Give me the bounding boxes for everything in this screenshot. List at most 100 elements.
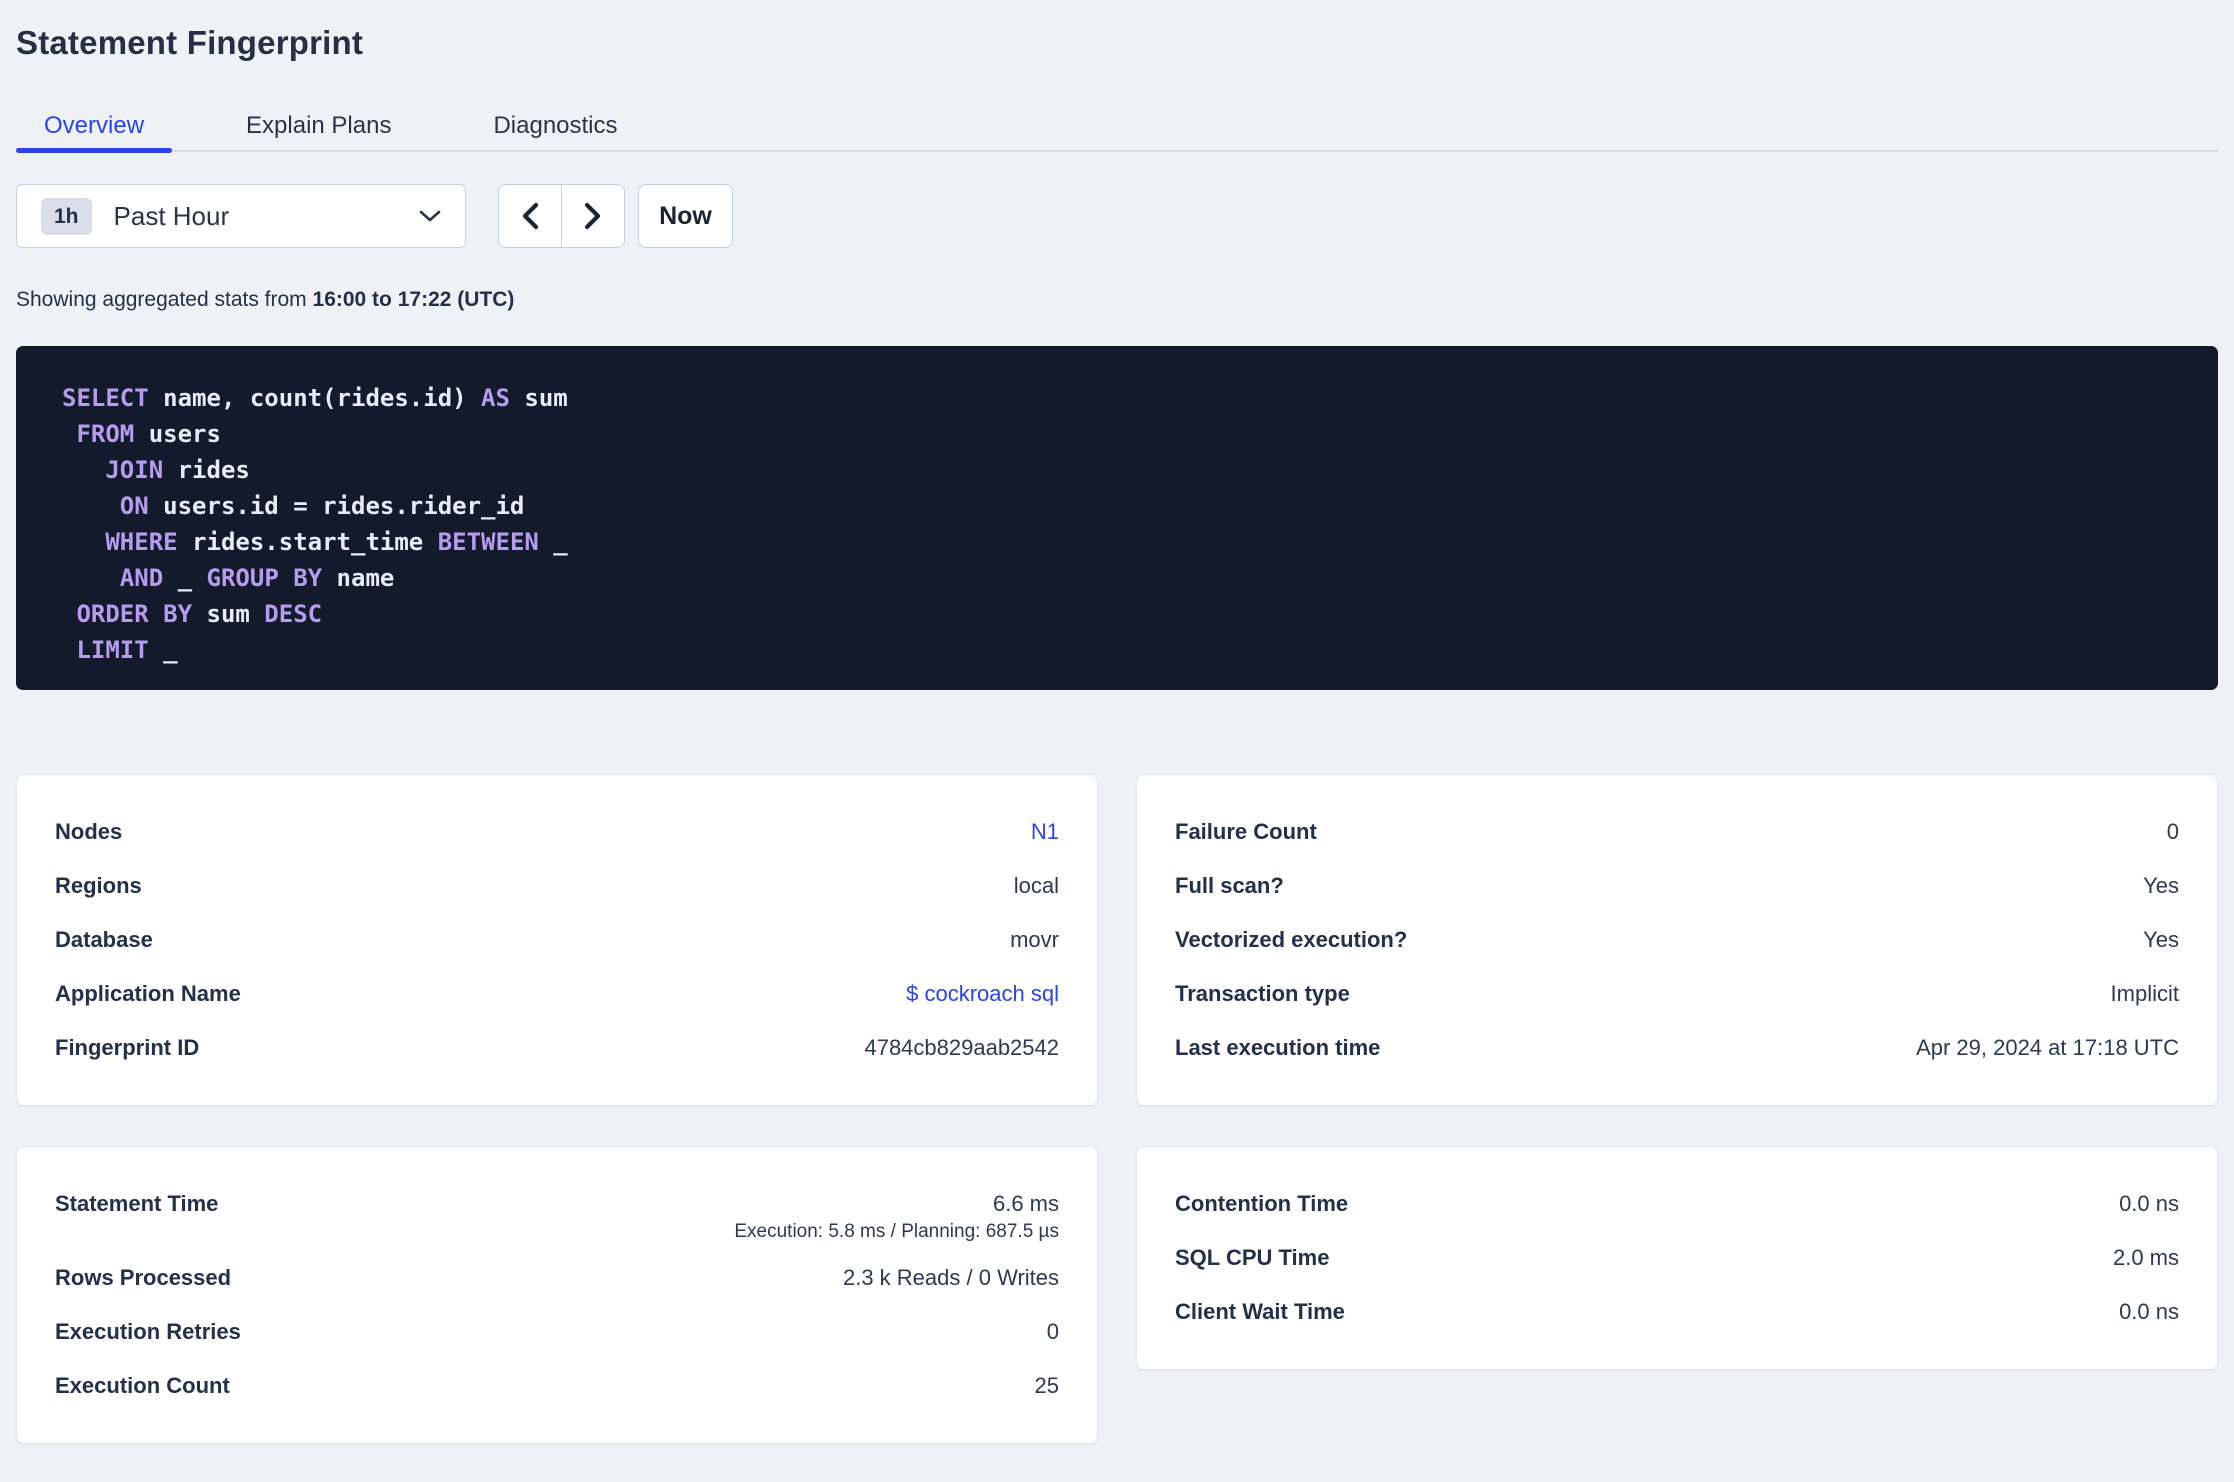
row-label: SQL CPU Time [1175,1245,1330,1270]
info-row: Regions local [55,859,1059,913]
chevron-right-icon [584,202,601,230]
sql-statement-box: SELECT name, count(rides.id) AS sum FROM… [16,346,2218,690]
info-row: Statement Time 6.6 ms Execution: 5.8 ms / … [55,1177,1059,1251]
execution-attributes-card: Failure Count 0 Full scan? Yes Vectorized ex… [1136,774,2218,1106]
row-value-text: 25 [1034,1373,1059,1398]
row-value-text: 0.0 ns [2119,1299,2179,1324]
row-value: 25 [1035,1359,1059,1413]
row-value-text: Yes [2143,873,2179,898]
sql-keyword: FROM [76,420,135,448]
sql-line: AND _ GROUP BY name [62,560,2178,596]
row-label: Transaction type [1175,981,1350,1006]
sql-text: sum [509,384,568,412]
row-value-text: 2.3 k Reads / 0 Writes [842,1265,1059,1290]
sql-line: LIMIT _ [62,632,2178,668]
page-title: Statement Fingerprint [16,24,364,61]
row-value: Yes [2143,913,2179,967]
info-row: Execution Retries 0 [55,1305,1059,1359]
tab-overview[interactable]: Overview [16,102,173,153]
info-row: Full scan? Yes [1175,859,2179,913]
sql-text: rides [163,456,250,484]
prev-time-button[interactable] [499,185,561,247]
tab-diagnostics[interactable]: Diagnostics [465,102,645,150]
time-nav-buttons [498,184,625,248]
time-range-label: Past Hour [113,200,230,231]
now-button[interactable]: Now [638,184,733,248]
info-row: Last execution time Apr 29, 2024 at 17:18… [1175,1021,2179,1075]
sql-text: _ [163,564,207,592]
row-value-text: Apr 29, 2024 at 17:18 UTC [1916,1035,2179,1060]
sql-line: ON users.id = rides.rider_id [62,488,2178,524]
wait-time-card: Contention Time 0.0 ns SQL CPU Time 2.0 ms C… [1136,1146,2218,1370]
sql-keyword: LIMIT [76,636,149,664]
row-label: Nodes [55,819,123,844]
row-value-text: 2.0 ms [2112,1245,2179,1270]
row-label: Fingerprint ID [55,1035,200,1060]
time-toolbar: 1h Past Hour Now [16,184,2218,248]
row-value-text: 4784cb829aab2542 [864,1035,1059,1060]
row-value: Yes [2143,859,2179,913]
row-label: Application Name [55,981,241,1006]
row-value: 0 [1047,1305,1059,1359]
aggregated-stats-prefix: Showing aggregated stats from [16,288,313,311]
row-value: 6.6 ms Execution: 5.8 ms / Planning: 687.… [734,1177,1059,1251]
info-row: Rows Processed 2.3 k Reads / 0 Writes [55,1251,1059,1305]
overview-cards-row: Nodes N1 Regions local Database movr Applicati… [16,774,2218,1106]
info-row: Vectorized execution? Yes [1175,913,2179,967]
row-value-text: local [1013,873,1059,898]
sql-keyword: SELECT [62,384,149,412]
row-value: local [1014,859,1059,913]
row-value-link[interactable]: N1 [1031,805,1059,859]
row-label: Database [55,927,153,952]
row-value: Apr 29, 2024 at 17:18 UTC [1916,1021,2179,1075]
sql-keyword: DESC [264,600,323,628]
sql-keyword: BETWEEN [437,528,539,556]
sql-text: _ [148,636,178,664]
sql-text: sum [192,600,265,628]
performance-cards-row: Statement Time 6.6 ms Execution: 5.8 ms / … [16,1146,2218,1444]
sql-keyword: ORDER BY [76,600,193,628]
row-label: Contention Time [1175,1191,1349,1216]
row-value-text: 0.0 ns [2119,1191,2179,1216]
info-row: Failure Count 0 [1175,805,2179,859]
sql-line: ORDER BY sum DESC [62,596,2178,632]
aggregated-stats-text: Showing aggregated stats from 16:00 to 1… [16,288,2218,312]
sql-keyword: GROUP BY [206,564,323,592]
row-value: 2.3 k Reads / 0 Writes [843,1251,1059,1305]
statement-details-card: Nodes N1 Regions local Database movr Applicati… [16,774,1098,1106]
row-value-link[interactable]: $ cockroach sql [906,967,1059,1021]
statement-fingerprint-page: Statement Fingerprint Overview Explain Pl… [0,24,2234,1444]
sql-text: rides.start_time [177,528,438,556]
sql-keyword: JOIN [105,456,164,484]
tab-explain-plans[interactable]: Explain Plans [218,102,419,150]
statement-time-card: Statement Time 6.6 ms Execution: 5.8 ms / … [16,1146,1098,1444]
info-row: Execution Count 25 [55,1359,1059,1413]
row-value-text: movr [1010,927,1059,952]
info-row: Nodes N1 [55,805,1059,859]
next-time-button[interactable] [562,185,624,247]
row-value-subtext: Execution: 5.8 ms / Planning: 687.5 µs [734,1221,1059,1242]
sql-keyword: AS [481,384,510,412]
info-row: SQL CPU Time 2.0 ms [1175,1231,2179,1285]
sql-line: SELECT name, count(rides.id) AS sum [62,380,2178,416]
chevron-down-icon [419,210,441,222]
row-value-text: 0 [1046,1319,1059,1344]
info-row: Database movr [55,913,1059,967]
time-range-dropdown[interactable]: 1h Past Hour [16,184,466,248]
row-label: Last execution time [1175,1035,1381,1060]
info-row: Client Wait Time 0.0 ns [1175,1285,2179,1339]
chevron-left-icon [522,202,539,230]
sql-text: _ [538,528,568,556]
row-value: 0.0 ns [2119,1177,2179,1231]
sql-text: users.id = rides.rider_id [148,492,525,520]
row-value: $ cockroach sql [906,967,1059,1021]
info-row: Fingerprint ID 4784cb829aab2542 [55,1021,1059,1075]
row-label: Vectorized execution? [1175,927,1408,952]
info-row: Application Name $ cockroach sql [55,967,1059,1021]
